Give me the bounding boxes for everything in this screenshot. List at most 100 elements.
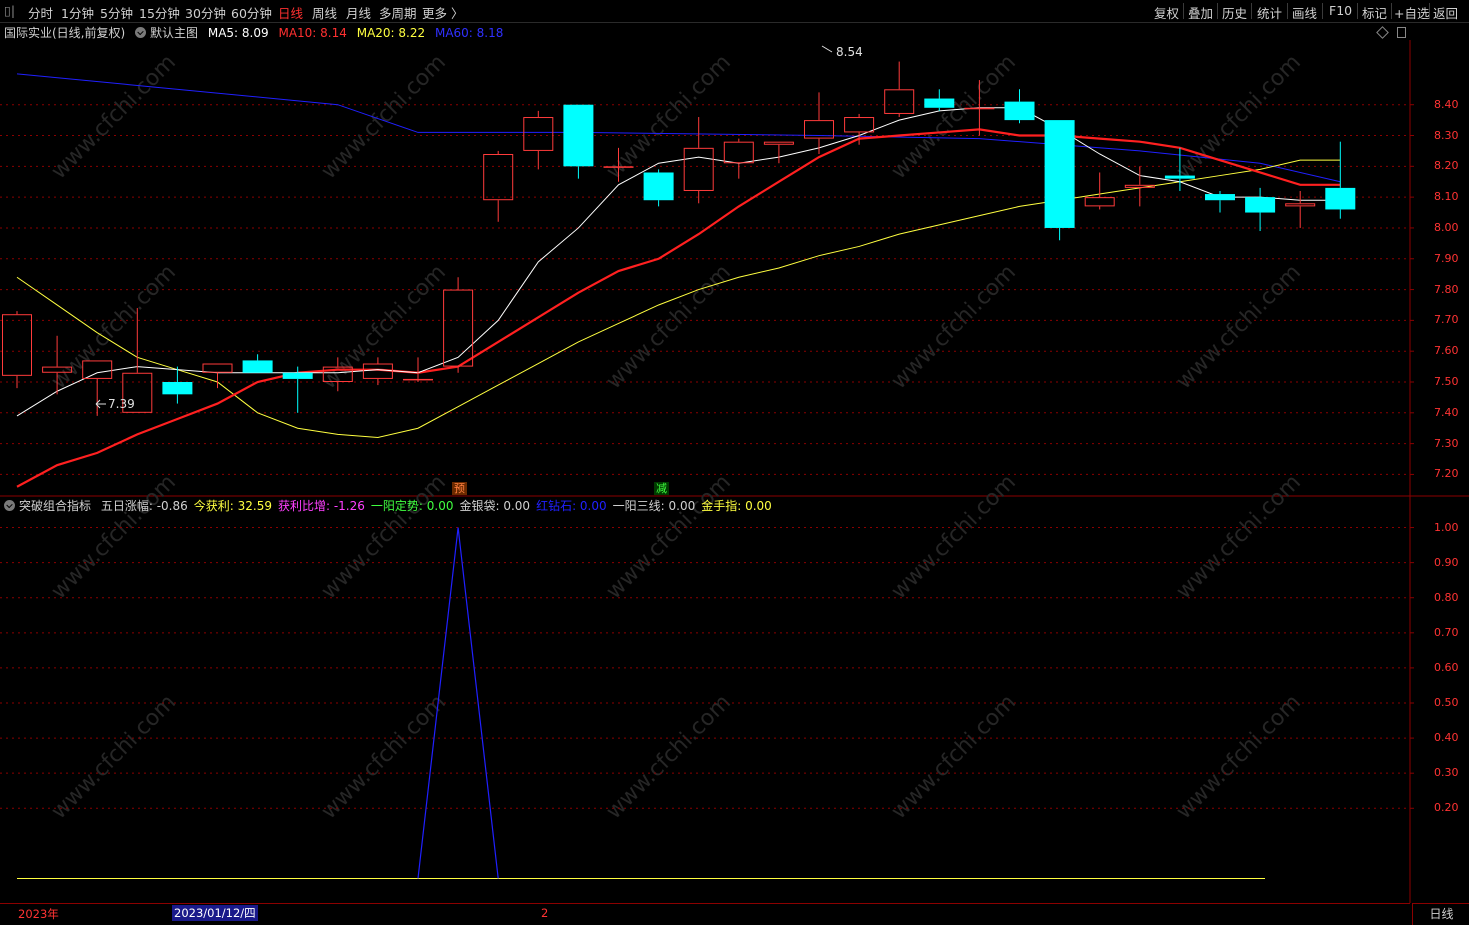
watermark-text: www.cfchi.com <box>317 690 451 824</box>
diamond-icon[interactable] <box>1376 26 1389 39</box>
watermark-text: www.cfchi.com <box>887 50 1021 184</box>
date-bar: 2023年 2023/01/12/四 2 <box>0 903 1410 924</box>
candle-up <box>122 372 153 413</box>
ma10-label: MA10: 8.14 <box>278 26 347 40</box>
main-chart-header: 国际实业(日线,前复权) 默认主图 MA5: 8.09 MA10: 8.14 M… <box>4 24 503 41</box>
mark-button[interactable]: 标记 <box>1362 3 1387 22</box>
indicator-value-0: 五日涨幅: -0.86 <box>100 499 188 513</box>
candle-down <box>1205 194 1235 201</box>
price-tick-label: 8.00 <box>1434 220 1459 234</box>
candle-down <box>1044 120 1075 228</box>
kline-chart[interactable]: www.cfchi.com www.cfchi.com www.cfchi.com w… <box>0 0 1469 924</box>
period-multi[interactable]: 多周期 <box>379 3 417 22</box>
fuquan-button[interactable]: 复权 <box>1154 3 1179 22</box>
period-fenshi[interactable]: 分时 <box>28 3 53 22</box>
price-tick-label: 7.60 <box>1434 344 1459 358</box>
candle-up <box>1084 197 1115 207</box>
panel-toggle-icon[interactable]: ▯| <box>4 3 15 18</box>
period-weekly[interactable]: 周线 <box>312 3 337 22</box>
watermark-text: www.cfchi.com <box>887 260 1021 394</box>
indicator-name[interactable]: 突破组合指标 <box>19 499 91 513</box>
candle-up <box>763 141 794 145</box>
watermark-text: www.cfchi.com <box>1172 50 1306 184</box>
ma60-line <box>16 73 1341 183</box>
candle-down <box>1004 101 1035 121</box>
candle-up <box>884 89 915 114</box>
candle-up <box>723 141 754 164</box>
indicator-tick-label: 0.80 <box>1434 590 1459 604</box>
period-daily[interactable]: 日线 <box>278 3 303 22</box>
candle-down <box>643 172 674 201</box>
watermark-text: www.cfchi.com <box>887 690 1021 824</box>
watermark-text: www.cfchi.com <box>317 50 451 184</box>
reduce-mark[interactable]: 减 <box>654 482 669 495</box>
candle-up <box>322 366 353 383</box>
candle-up <box>683 147 714 191</box>
price-tick-label: 7.30 <box>1434 436 1459 450</box>
template-menu-icon[interactable] <box>135 27 147 38</box>
indicator-values: 五日涨幅: -0.86 今获利: 32.59 获利比增: -1.26 一阳定势: 0.… <box>95 499 772 513</box>
candle-up <box>1124 184 1155 188</box>
period-30min[interactable]: 30分钟 <box>185 3 226 22</box>
indicator-tick-label: 0.90 <box>1434 555 1459 569</box>
high-pointer <box>821 45 833 53</box>
price-tick-label: 7.50 <box>1434 375 1459 388</box>
candle-up <box>1285 203 1316 207</box>
price-tick-label: 7.90 <box>1434 251 1459 265</box>
period-monthly[interactable]: 月线 <box>346 3 371 22</box>
scroll-indicator-icon[interactable] <box>1397 27 1406 38</box>
period-15min[interactable]: 15分钟 <box>139 3 180 22</box>
watermark-text: www.cfchi.com <box>47 50 181 184</box>
price-tick-label: 8.20 <box>1434 159 1459 173</box>
candle-up <box>603 166 634 168</box>
price-tick-label: 8.10 <box>1434 190 1459 204</box>
candle-up <box>804 120 834 139</box>
watermark-text: www.cfchi.com <box>317 260 451 394</box>
watermark-text: www.cfchi.com <box>1172 260 1306 394</box>
watermark-text: www.cfchi.com <box>47 690 181 824</box>
ma5-line <box>16 107 1341 417</box>
back-button[interactable]: 返回 <box>1433 3 1458 22</box>
price-tick-label: 7.40 <box>1434 405 1459 419</box>
candle-up <box>523 117 554 151</box>
low-pointer <box>95 399 106 409</box>
indicator-tick-label: 0.40 <box>1434 731 1459 745</box>
candle-up <box>483 154 514 201</box>
history-button[interactable]: 历史 <box>1222 3 1247 22</box>
period-1min[interactable]: 1分钟 <box>61 3 94 22</box>
candle-up <box>403 378 433 381</box>
period-5min[interactable]: 5分钟 <box>100 3 133 22</box>
indicator-menu-icon[interactable] <box>4 500 15 511</box>
template-name[interactable]: 默认主图 <box>150 26 198 40</box>
stats-button[interactable]: 统计 <box>1257 3 1282 22</box>
period-60min[interactable]: 60分钟 <box>231 3 272 22</box>
stock-title[interactable]: 国际实业(日线,前复权) <box>4 26 125 40</box>
f10-button[interactable]: F10 <box>1329 3 1352 18</box>
overlay-button[interactable]: 叠加 <box>1188 3 1213 22</box>
indicator-value-2: 获利比增: -1.26 <box>277 499 365 513</box>
draw-line-button[interactable]: 画线 <box>1292 3 1317 22</box>
indicator-tick-label: 0.30 <box>1434 766 1459 780</box>
candle-up <box>82 360 113 379</box>
indicator-tick-label: 0.70 <box>1434 625 1459 639</box>
period-toolbar: ▯| 分时 1分钟 5分钟 15分钟 30分钟 60分钟 日线 周线 月线 多周… <box>0 0 1469 23</box>
add-watchlist-button[interactable]: +自选 <box>1394 3 1429 22</box>
candle-up <box>964 107 995 110</box>
period-more[interactable]: 更多 〉 <box>422 3 463 22</box>
indicator-value-5: 红钻石: 0.00 <box>536 499 607 513</box>
indicator-tick-label: 0.50 <box>1434 696 1459 709</box>
candle-down <box>242 360 273 373</box>
price-tick-label: 8.30 <box>1434 128 1459 142</box>
ma5-label: MA5: 8.09 <box>207 26 269 40</box>
forecast-mark[interactable]: 预 <box>452 482 467 495</box>
period-label[interactable]: 日线 <box>1412 903 1469 925</box>
price-tick-label: 7.20 <box>1434 467 1459 481</box>
indicator-value-1: 今获利: 32.59 <box>193 499 272 513</box>
watermark-text: www.cfchi.com <box>1172 690 1306 824</box>
watermark-text: www.cfchi.com <box>602 50 736 184</box>
indicator-tick-label: 0.20 <box>1434 801 1459 815</box>
indicator-value-7: 金手指: 0.00 <box>701 499 772 513</box>
candle-up <box>362 363 393 379</box>
watermark-text: www.cfchi.com <box>317 470 451 604</box>
watermark-text: www.cfchi.com <box>887 470 1021 604</box>
